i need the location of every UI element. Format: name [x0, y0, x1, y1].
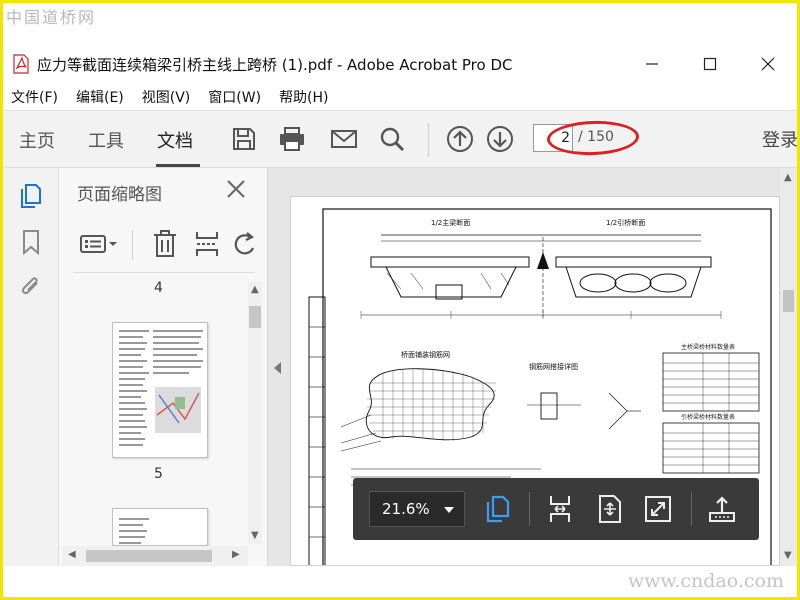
sign-in-link[interactable]: 登录	[762, 126, 798, 152]
menu-view[interactable]: 视图(V)	[142, 87, 191, 107]
print-button[interactable]	[276, 123, 308, 155]
tab-document[interactable]: 文档	[157, 127, 193, 153]
menu-help[interactable]: 帮助(H)	[279, 87, 328, 107]
close-window-button[interactable]	[739, 44, 797, 84]
single-page-view-button[interactable]	[481, 492, 515, 526]
attachments-button[interactable]	[17, 272, 45, 300]
previous-page-button[interactable]	[444, 123, 476, 155]
thumbnail-label-4: 4	[154, 280, 163, 296]
menu-edit[interactable]: 编辑(E)	[76, 87, 124, 107]
scroll-up-arrow[interactable]: ▲	[251, 284, 259, 295]
pdf-file-icon	[13, 54, 29, 74]
page-thumbnail-6[interactable]	[112, 508, 208, 546]
delete-page-icon	[154, 230, 176, 257]
floatbar-separator	[529, 492, 530, 526]
email-icon	[331, 130, 357, 148]
navigation-rail	[3, 168, 59, 566]
floatbar-separator	[691, 492, 692, 526]
minimize-icon	[646, 63, 658, 65]
fit-page-button[interactable]	[593, 492, 627, 526]
panel-toolbar-separator	[132, 230, 133, 260]
full-screen-icon	[645, 496, 671, 522]
menu-window[interactable]: 窗口(W)	[208, 87, 261, 107]
main-toolbar: 主页 工具 文档	[3, 110, 797, 168]
crop-page-button[interactable]	[191, 228, 223, 260]
thumbnail-label-5: 5	[154, 466, 163, 482]
search-icon	[380, 127, 405, 152]
thumbnails-horizontal-scrollbar[interactable]: ◀ ▶	[62, 546, 248, 566]
share-icon	[709, 496, 735, 522]
panel-divider	[73, 272, 255, 273]
tab-home[interactable]: 主页	[19, 127, 55, 153]
print-icon	[280, 127, 304, 151]
bookmarks-button[interactable]	[17, 228, 45, 256]
title-bar: 应力等截面连续箱梁引桥主线上跨桥 (1).pdf - Adobe Acrobat…	[3, 44, 797, 84]
watermark-top: 中国道桥网	[6, 8, 97, 27]
drawing-title-main: 1/2主梁断面	[431, 218, 470, 227]
scroll-up-arrow[interactable]: ▲	[784, 172, 792, 183]
close-icon	[761, 57, 775, 71]
close-icon	[227, 180, 245, 198]
thumbnail-options-icon	[80, 235, 117, 253]
page-thumbnails-button[interactable]	[17, 182, 45, 210]
fit-width-icon	[550, 496, 570, 522]
scroll-left-arrow[interactable]: ◀	[68, 549, 76, 560]
save-icon	[233, 128, 255, 150]
tab-tools[interactable]: 工具	[88, 127, 124, 153]
page-up-icon	[447, 126, 473, 152]
scroll-down-arrow[interactable]: ▼	[784, 550, 792, 561]
toolbar-separator	[428, 123, 429, 157]
rotate-page-icon	[234, 232, 255, 255]
window-controls	[623, 44, 797, 84]
active-tab-indicator	[156, 164, 200, 167]
share-button[interactable]	[705, 492, 739, 526]
scrollbar-thumb[interactable]	[86, 550, 212, 562]
scrollbar-thumb[interactable]	[249, 306, 261, 328]
table-title-main: 主桥梁桥材料数量表	[681, 343, 735, 351]
page-down-icon	[487, 126, 513, 152]
floating-page-toolbar: 21.6%	[353, 478, 759, 540]
thumbnail-options-button[interactable]	[79, 228, 119, 260]
zoom-dropdown[interactable]: 21.6%	[369, 491, 465, 527]
scroll-down-arrow[interactable]: ▼	[251, 530, 259, 541]
maximize-button[interactable]	[681, 44, 739, 84]
attachment-icon	[21, 277, 38, 295]
full-screen-button[interactable]	[641, 492, 675, 526]
thumbnail-content	[119, 330, 203, 446]
menu-file[interactable]: 文件(F)	[11, 87, 58, 107]
maximize-icon	[703, 57, 717, 71]
thumbnail-content	[119, 518, 149, 544]
watermark-bottom: www.cndao.com	[627, 570, 784, 592]
rotate-page-button[interactable]	[231, 228, 261, 260]
save-button[interactable]	[228, 123, 260, 155]
detail-title-lap: 钢筋网搭接详图	[529, 362, 578, 371]
fit-page-icon	[599, 495, 621, 523]
chevron-down-icon	[444, 507, 454, 513]
page-thumbnail-5[interactable]	[112, 322, 208, 458]
table-title-approach: 引桥梁桥材料数量表	[681, 413, 735, 421]
thumbnails-vertical-scrollbar[interactable]: ▲ ▼	[248, 282, 262, 544]
search-button[interactable]	[376, 123, 408, 155]
collapse-panel-arrow[interactable]	[274, 362, 281, 374]
email-button[interactable]	[328, 123, 360, 155]
minimize-button[interactable]	[623, 44, 681, 84]
page-thumbnails-icon	[21, 184, 41, 208]
zoom-value: 21.6%	[382, 500, 430, 518]
next-page-button[interactable]	[484, 123, 516, 155]
close-panel-button[interactable]	[225, 178, 249, 202]
scrollbar-thumb[interactable]	[783, 290, 794, 312]
document-vertical-scrollbar[interactable]: ▲ ▼	[780, 168, 797, 566]
drawing-title-approach: 1/2引桥断面	[606, 218, 645, 227]
bookmark-icon	[23, 230, 39, 255]
crop-page-icon	[196, 232, 218, 256]
fit-width-button[interactable]	[543, 492, 577, 526]
single-page-icon	[486, 495, 510, 523]
window-title: 应力等截面连续箱梁引桥主线上跨桥 (1).pdf - Adobe Acrobat…	[37, 55, 513, 74]
menu-bar: 文件(F) 编辑(E) 视图(V) 窗口(W) 帮助(H)	[3, 84, 797, 110]
panel-toolbar	[59, 224, 268, 268]
panel-title: 页面缩略图	[77, 185, 162, 205]
detail-title-rebar-mesh: 桥面铺装钢筋网	[401, 350, 450, 359]
scroll-right-arrow[interactable]: ▶	[232, 549, 240, 560]
delete-page-button[interactable]	[149, 228, 181, 260]
